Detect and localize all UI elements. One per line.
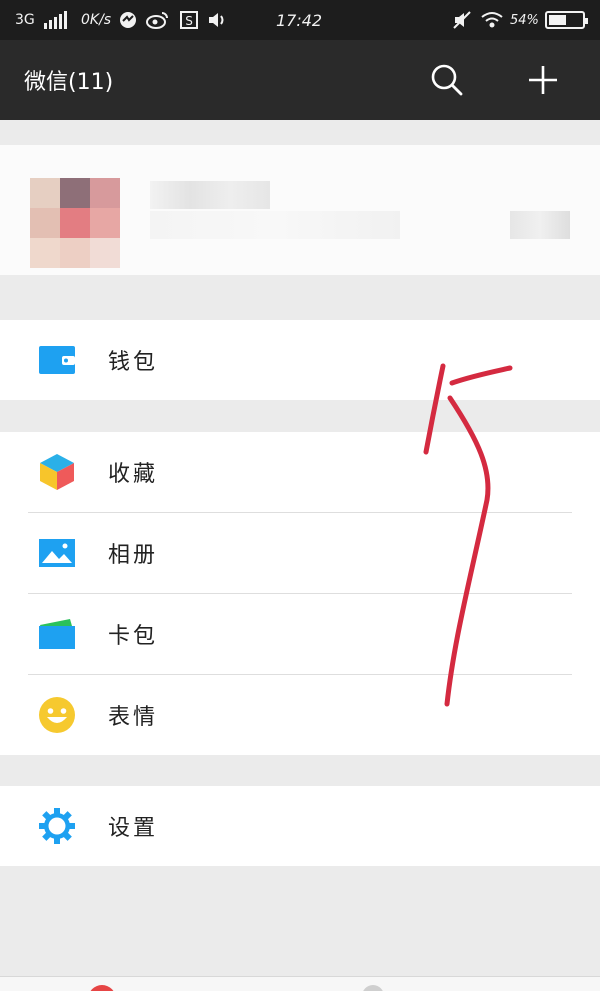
add-button[interactable]	[523, 60, 563, 100]
menu-item-settings[interactable]: 设置	[0, 786, 600, 866]
image-icon	[38, 535, 76, 571]
mute-icon	[452, 0, 472, 40]
add-icon	[529, 66, 557, 94]
menu-group-content: 收藏 相册 卡包 表情	[0, 432, 600, 755]
profile-card[interactable]	[0, 145, 600, 275]
qr-code-placeholder	[510, 211, 570, 239]
wifi-icon	[480, 0, 504, 40]
wallet-icon	[38, 342, 76, 378]
menu-item-album[interactable]: 相册	[0, 513, 600, 593]
clock: 17:42	[276, 10, 323, 30]
menu-label-stickers: 表情	[108, 705, 159, 730]
menu-label-cards: 卡包	[108, 624, 159, 649]
menu-item-cards[interactable]: 卡包	[0, 594, 600, 674]
menu-item-stickers[interactable]: 表情	[0, 675, 600, 755]
svg-text:S: S	[185, 14, 193, 28]
weibo-icon	[146, 0, 170, 40]
avatar	[30, 178, 120, 268]
menu-label-favorites: 收藏	[108, 462, 159, 487]
bottom-nav	[0, 976, 600, 991]
menu-label-album: 相册	[108, 543, 159, 568]
page-title: 微信(11)	[24, 70, 114, 95]
network-type: 3G	[15, 12, 35, 28]
s-app-icon: S	[180, 0, 198, 40]
notification-dot[interactable]	[88, 985, 116, 991]
nav-icon[interactable]	[362, 985, 384, 991]
battery-percent: 54%	[510, 12, 539, 28]
gear-icon	[38, 808, 76, 844]
menu-group-settings: 设置	[0, 786, 600, 866]
profile-id-placeholder	[150, 211, 400, 239]
network-speed: 0K/s	[81, 12, 112, 28]
cube-icon	[38, 454, 76, 490]
menu-item-favorites[interactable]: 收藏	[0, 432, 600, 512]
status-bar: 3G 0K/s S 17:42 54%	[0, 0, 600, 40]
battery-icon	[545, 0, 588, 40]
app-bar: 微信(11)	[0, 40, 600, 120]
search-icon	[431, 64, 463, 96]
menu-label-wallet: 钱包	[108, 350, 159, 375]
smiley-icon	[38, 697, 76, 733]
card-icon	[38, 616, 76, 652]
profile-name-placeholder	[150, 181, 270, 209]
menu-group-wallet: 钱包	[0, 320, 600, 400]
volume-icon	[207, 0, 229, 40]
search-button[interactable]	[427, 60, 467, 100]
signal-icon	[44, 0, 67, 40]
menu-item-wallet[interactable]: 钱包	[0, 320, 600, 400]
chat-bubble-icon	[118, 0, 138, 40]
menu-label-settings: 设置	[108, 816, 159, 841]
